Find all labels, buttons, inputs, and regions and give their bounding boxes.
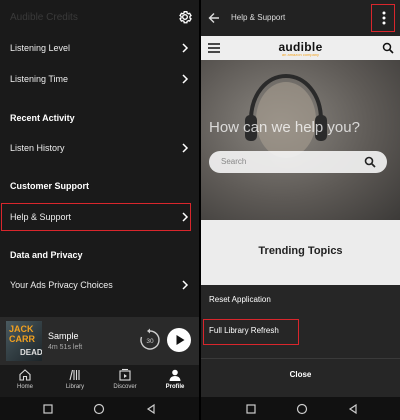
audible-site-header: audible an amazon company <box>201 36 400 60</box>
recents-icon[interactable] <box>42 403 54 415</box>
more-options-highlight <box>371 4 395 32</box>
cover-text-3: DEAD <box>20 348 42 357</box>
mini-player[interactable]: JACK CARR DEAD Sample 4m 51s left 30 <box>0 317 199 365</box>
section-customer-support: Customer Support <box>10 181 90 191</box>
close-button[interactable]: Close <box>201 370 400 379</box>
ads-privacy-item[interactable]: Your Ads Privacy Choices <box>0 268 199 302</box>
faint-header-text: Audible Credits <box>10 12 78 23</box>
rewind-seconds: 30 <box>146 338 154 345</box>
help-support-highlight <box>1 203 191 231</box>
recents-icon[interactable] <box>245 403 257 415</box>
listen-history-label: Listen History <box>10 143 65 153</box>
play-icon <box>176 335 185 345</box>
options-bottom-sheet: Reset Application Full Library Refresh C… <box>201 285 400 397</box>
player-time-left: 4m 51s left <box>48 344 83 351</box>
tab-profile[interactable]: Profile <box>155 368 195 390</box>
tab-profile-label: Profile <box>165 384 185 390</box>
help-support-panel: Help & Support audible an amazon company… <box>201 0 400 420</box>
tab-home[interactable]: Home <box>5 368 45 390</box>
tab-discover[interactable]: Discover <box>105 368 145 390</box>
help-page-title: Help & Support <box>231 13 286 22</box>
profile-panel: Audible Credits Listening Level Listenin… <box>0 0 199 420</box>
home-circle-icon[interactable] <box>296 403 308 415</box>
listen-history-item[interactable]: Listen History <box>0 131 199 165</box>
logo-subtitle: an amazon company <box>281 52 320 57</box>
listening-time-item[interactable]: Listening Time <box>0 62 199 96</box>
home-circle-icon[interactable] <box>93 403 105 415</box>
listening-level-item[interactable]: Listening Level <box>0 31 199 65</box>
section-recent-activity: Recent Activity <box>10 113 75 123</box>
tab-library[interactable]: Library <box>55 368 95 390</box>
discover-icon <box>119 368 131 381</box>
player-title: Sample <box>48 331 79 341</box>
ads-privacy-label: Your Ads Privacy Choices <box>10 280 113 290</box>
play-button[interactable] <box>167 328 191 352</box>
search-icon[interactable] <box>382 42 394 54</box>
help-search-input[interactable]: Search <box>209 151 387 173</box>
search-placeholder: Search <box>221 157 247 166</box>
trending-topics-section: Trending Topics <box>201 220 400 285</box>
profile-icon <box>169 369 181 381</box>
chevron-right-icon <box>182 74 189 84</box>
chevron-right-icon <box>182 43 189 53</box>
reset-application-item[interactable]: Reset Application <box>209 295 271 304</box>
full-refresh-highlight <box>203 319 299 345</box>
sheet-divider <box>201 358 400 359</box>
back-triangle-icon[interactable] <box>347 403 359 415</box>
back-arrow-icon[interactable] <box>207 11 221 25</box>
listening-time-label: Listening Time <box>10 74 69 84</box>
tab-library-label: Library <box>65 384 85 390</box>
tab-discover-label: Discover <box>113 384 137 390</box>
system-nav-bar <box>0 397 199 420</box>
rewind-30-icon[interactable]: 30 <box>137 327 163 353</box>
gear-icon[interactable] <box>177 9 193 25</box>
system-nav-bar <box>201 397 400 420</box>
help-hero-banner: How can we help you? Search <box>201 60 400 220</box>
section-data-privacy: Data and Privacy <box>10 250 83 260</box>
help-heading: How can we help you? <box>209 119 360 136</box>
back-triangle-icon[interactable] <box>145 403 157 415</box>
tab-home-label: Home <box>16 384 33 390</box>
search-icon[interactable] <box>364 156 376 168</box>
home-icon <box>19 369 31 381</box>
listening-level-label: Listening Level <box>10 43 71 53</box>
book-cover[interactable]: JACK CARR DEAD <box>6 321 42 361</box>
library-icon <box>69 369 80 381</box>
cover-text-1: JACK <box>9 324 34 334</box>
cover-text-2: CARR <box>9 334 35 344</box>
bottom-tab-bar: Home Library Discover Profile <box>0 365 199 397</box>
chevron-right-icon <box>182 280 189 290</box>
trending-topics-heading: Trending Topics <box>258 245 343 257</box>
chevron-right-icon <box>182 143 189 153</box>
